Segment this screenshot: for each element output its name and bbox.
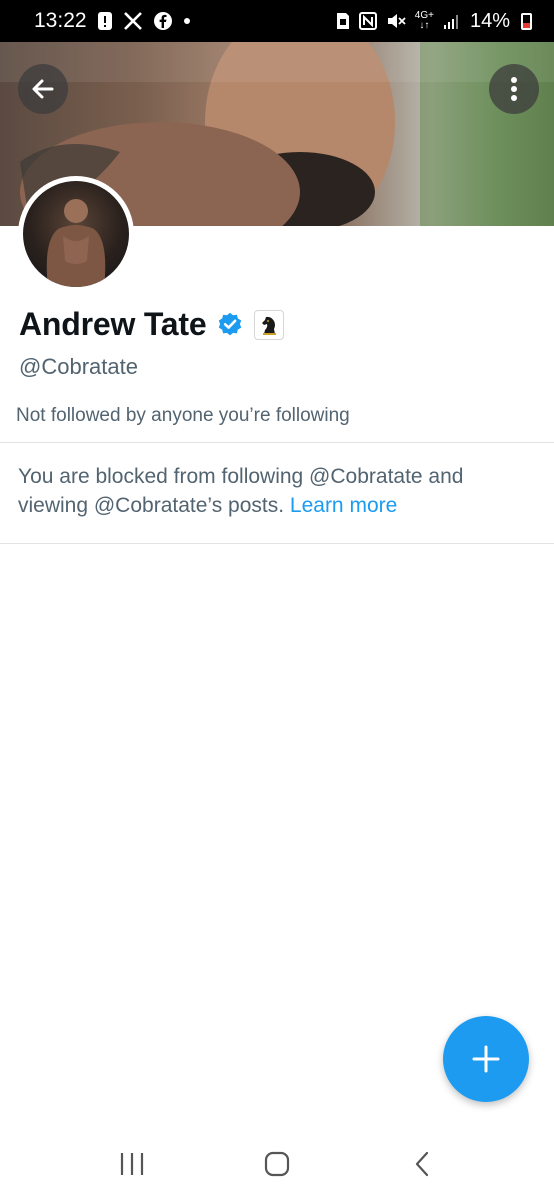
- system-back-button[interactable]: [392, 1139, 452, 1189]
- profile-handle: @Cobratate: [19, 354, 138, 379]
- system-nav-bar: [0, 1128, 554, 1200]
- recents-icon: [121, 1153, 144, 1175]
- status-time: 13:22: [34, 9, 87, 32]
- alert-icon: [97, 11, 113, 31]
- x-app-icon: [123, 11, 143, 31]
- battery-percent: 14%: [469, 9, 510, 32]
- blocked-notice: You are blocked from following @Cobratat…: [18, 462, 538, 520]
- status-right: 4G+ ↓↑ 14%: [336, 10, 532, 33]
- back-button[interactable]: [18, 64, 68, 114]
- avatar-frame[interactable]: [18, 176, 134, 292]
- more-options-button[interactable]: [489, 64, 539, 114]
- divider: [0, 543, 554, 544]
- chess-knight-icon: [262, 316, 277, 335]
- home-button[interactable]: [247, 1139, 307, 1189]
- nfc-icon: [358, 12, 377, 30]
- avatar-photo: [46, 199, 106, 287]
- signal-icon: [443, 12, 461, 30]
- mute-icon: [386, 12, 406, 30]
- recents-button[interactable]: [102, 1139, 162, 1189]
- data-arrows: ↓↑: [419, 20, 430, 31]
- compose-button[interactable]: [443, 1016, 529, 1102]
- arrow-left-icon: [32, 79, 54, 99]
- status-bar: 13:22 4G+ ↓↑ 14%: [0, 0, 554, 42]
- profile-name: Andrew Tate: [19, 306, 207, 342]
- verified-badge-icon[interactable]: [216, 311, 244, 339]
- more-vertical-icon: [511, 77, 517, 101]
- back-icon: [415, 1151, 428, 1177]
- dot-icon: [183, 17, 191, 25]
- facebook-icon: [153, 11, 173, 31]
- plus-icon: [472, 1045, 500, 1073]
- learn-more-link[interactable]: Learn more: [290, 494, 397, 517]
- affiliate-badge[interactable]: [254, 309, 285, 340]
- avatar: [23, 181, 129, 287]
- home-icon: [264, 1151, 290, 1177]
- network-type: 4G+ ↓↑: [415, 11, 434, 31]
- status-left: 13:22: [34, 9, 191, 33]
- battery-icon: [521, 12, 532, 30]
- followed-by-text: Not followed by anyone you’re following: [16, 405, 350, 426]
- profile-name-row: Andrew Tate: [19, 306, 285, 343]
- divider: [0, 442, 554, 443]
- sim-icon: [336, 12, 350, 30]
